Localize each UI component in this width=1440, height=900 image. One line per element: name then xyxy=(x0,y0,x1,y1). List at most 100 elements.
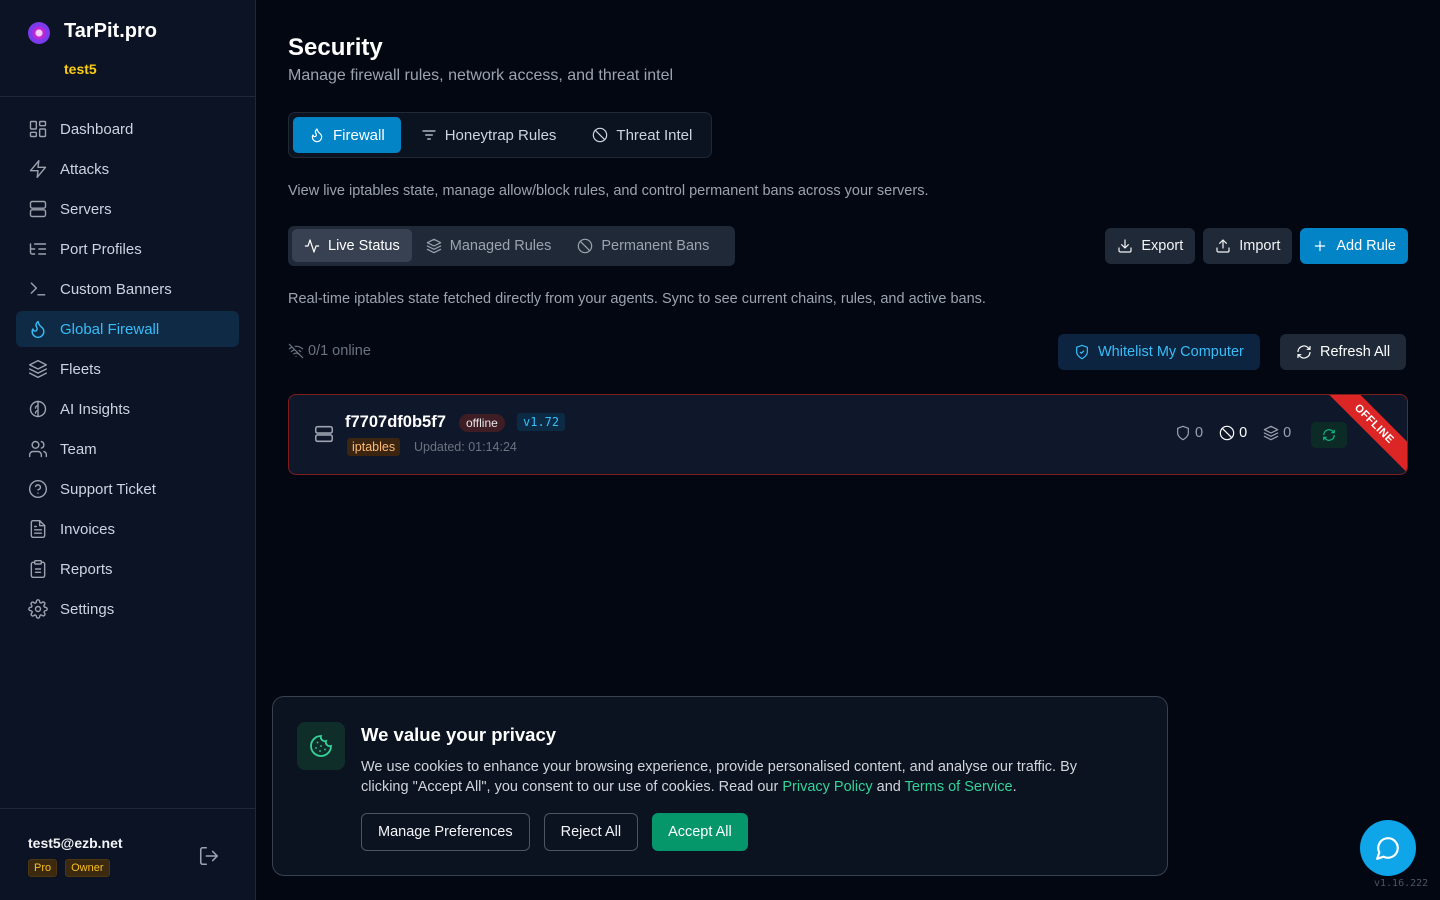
activity-icon xyxy=(304,238,320,253)
bans-stat: 0 xyxy=(1219,425,1247,441)
subtab-permanent-bans[interactable]: Permanent Bans xyxy=(565,229,721,262)
gear-icon xyxy=(28,599,48,619)
reject-all-button[interactable]: Reject All xyxy=(543,813,639,851)
brain-icon xyxy=(28,399,48,419)
tab-label: Honeytrap Rules xyxy=(444,126,557,144)
tab-label: Threat Intel xyxy=(616,126,693,144)
sidebar-item-reports[interactable]: Reports xyxy=(16,551,239,587)
tab-firewall[interactable]: Firewall xyxy=(293,117,401,153)
shield-icon xyxy=(1177,425,1189,441)
sidebar-item-servers[interactable]: Servers xyxy=(16,191,239,227)
live-status-description: Real-time iptables state fetched directl… xyxy=(288,291,986,307)
subtab-managed-rules[interactable]: Managed Rules xyxy=(414,229,564,262)
shield-check-icon xyxy=(1076,344,1088,360)
dashboard-icon xyxy=(28,119,48,139)
sidebar-item-label: Team xyxy=(60,440,97,458)
chat-button[interactable] xyxy=(1360,820,1416,876)
help-circle-icon xyxy=(28,479,48,499)
refresh-all-button[interactable]: Refresh All xyxy=(1280,334,1407,370)
plan-badge: Pro xyxy=(28,859,58,877)
user-panel: test5@ezb.net Pro Owner xyxy=(0,808,255,900)
subtab-label: Live Status xyxy=(328,237,400,254)
chains-count: 0 xyxy=(1283,425,1292,441)
server-hostname: f7707df0b5f7 xyxy=(345,413,446,431)
ban-icon xyxy=(1219,425,1235,441)
sidebar-item-fleets[interactable]: Fleets xyxy=(16,351,239,387)
sidebar-item-label: Dashboard xyxy=(60,120,134,138)
filter-icon xyxy=(422,130,436,140)
status-badge: offline xyxy=(459,414,505,432)
server-icon xyxy=(28,199,48,219)
refresh-label: Refresh All xyxy=(1320,344,1391,360)
cookie-icon xyxy=(297,722,345,770)
sidebar-item-label: Custom Banners xyxy=(60,280,172,298)
cookie-title: We value your privacy xyxy=(361,724,557,745)
brand-name[interactable]: TarPit.pro xyxy=(64,20,157,43)
backend-badge: iptables xyxy=(347,438,401,456)
users-icon xyxy=(28,439,48,459)
sync-button[interactable] xyxy=(1311,422,1347,448)
firewall-subtabs: Live Status Managed Rules Permanent Bans xyxy=(288,226,735,266)
security-tabs: Firewall Honeytrap Rules Threat Intel xyxy=(288,112,712,158)
terms-of-service-link[interactable]: Terms of Service xyxy=(905,779,1013,795)
sidebar-item-ai-insights[interactable]: AI Insights xyxy=(16,391,239,427)
sidebar-item-label: Global Firewall xyxy=(60,320,160,338)
whitelist-label: Whitelist My Computer xyxy=(1098,344,1244,360)
sidebar-item-label: Port Profiles xyxy=(60,240,142,258)
add-rule-label: Add Rule xyxy=(1336,238,1396,254)
online-status: 0/1 online xyxy=(288,343,371,359)
sidebar-item-team[interactable]: Team xyxy=(16,431,239,467)
bolt-icon xyxy=(28,159,48,179)
flame-icon xyxy=(28,319,48,339)
sidebar-item-settings[interactable]: Settings xyxy=(16,591,239,627)
export-button[interactable]: Export xyxy=(1105,228,1196,264)
export-label: Export xyxy=(1141,238,1184,254)
add-rule-button[interactable]: Add Rule xyxy=(1300,228,1408,264)
user-badges: Pro Owner xyxy=(28,859,110,877)
sidebar-item-global-firewall[interactable]: Global Firewall xyxy=(16,311,239,347)
ban-icon xyxy=(593,127,608,143)
whitelist-my-computer-button[interactable]: Whitelist My Computer xyxy=(1058,334,1260,370)
cookie-text-end: . xyxy=(1012,779,1017,795)
tab-threat-intel[interactable]: Threat Intel xyxy=(576,117,708,153)
clipboard-icon xyxy=(28,559,48,579)
wifi-off-icon xyxy=(288,343,304,359)
plus-icon xyxy=(1315,240,1326,252)
page-title: Security xyxy=(288,34,383,61)
tab-honeytrap-rules[interactable]: Honeytrap Rules xyxy=(405,117,573,153)
layers-icon xyxy=(28,359,48,379)
import-label: Import xyxy=(1239,238,1281,254)
server-stats: 0 0 0 xyxy=(1175,425,1291,441)
sidebar-item-custom-banners[interactable]: Custom Banners xyxy=(16,271,239,307)
sidebar-item-label: AI Insights xyxy=(60,400,131,418)
firewall-actions: Export Import Add Rule xyxy=(1105,228,1408,264)
accept-all-button[interactable]: Accept All xyxy=(652,813,748,851)
logout-icon[interactable] xyxy=(198,845,220,867)
cookie-text: We use cookies to enhance your browsing … xyxy=(361,757,1121,797)
rules-count: 0 xyxy=(1195,425,1204,441)
tarpit-logo-icon[interactable] xyxy=(28,22,50,44)
manage-preferences-button[interactable]: Manage Preferences xyxy=(361,813,530,851)
page-subtitle: Manage firewall rules, network access, a… xyxy=(288,67,674,84)
refresh-icon xyxy=(1297,345,1311,359)
import-button[interactable]: Import xyxy=(1203,228,1293,264)
sidebar-item-dashboard[interactable]: Dashboard xyxy=(16,111,239,147)
privacy-policy-link[interactable]: Privacy Policy xyxy=(782,779,872,795)
sidebar-nav: Dashboard Attacks Servers Port Profiles … xyxy=(16,111,239,631)
sidebar-item-port-profiles[interactable]: Port Profiles xyxy=(16,231,239,267)
sidebar-item-label: Invoices xyxy=(60,520,116,538)
upload-icon xyxy=(1216,239,1230,253)
subtab-live-status[interactable]: Live Status xyxy=(292,229,412,262)
user-email: test5@ezb.net xyxy=(28,835,123,851)
list-tree-icon xyxy=(28,239,48,259)
sidebar: TarPit.pro test5 Dashboard Attacks Serve… xyxy=(0,0,256,900)
sidebar-item-invoices[interactable]: Invoices xyxy=(16,511,239,547)
sidebar-item-support-ticket[interactable]: Support Ticket xyxy=(16,471,239,507)
server-card[interactable]: f7707df0b5f7 offline v1.72 iptables Upda… xyxy=(288,394,1408,475)
sidebar-item-label: Servers xyxy=(60,200,112,218)
firewall-description: View live iptables state, manage allow/b… xyxy=(288,183,929,199)
sidebar-item-label: Fleets xyxy=(60,360,101,378)
sidebar-item-attacks[interactable]: Attacks xyxy=(16,151,239,187)
bans-count: 0 xyxy=(1239,425,1248,441)
sidebar-item-label: Settings xyxy=(60,600,115,618)
